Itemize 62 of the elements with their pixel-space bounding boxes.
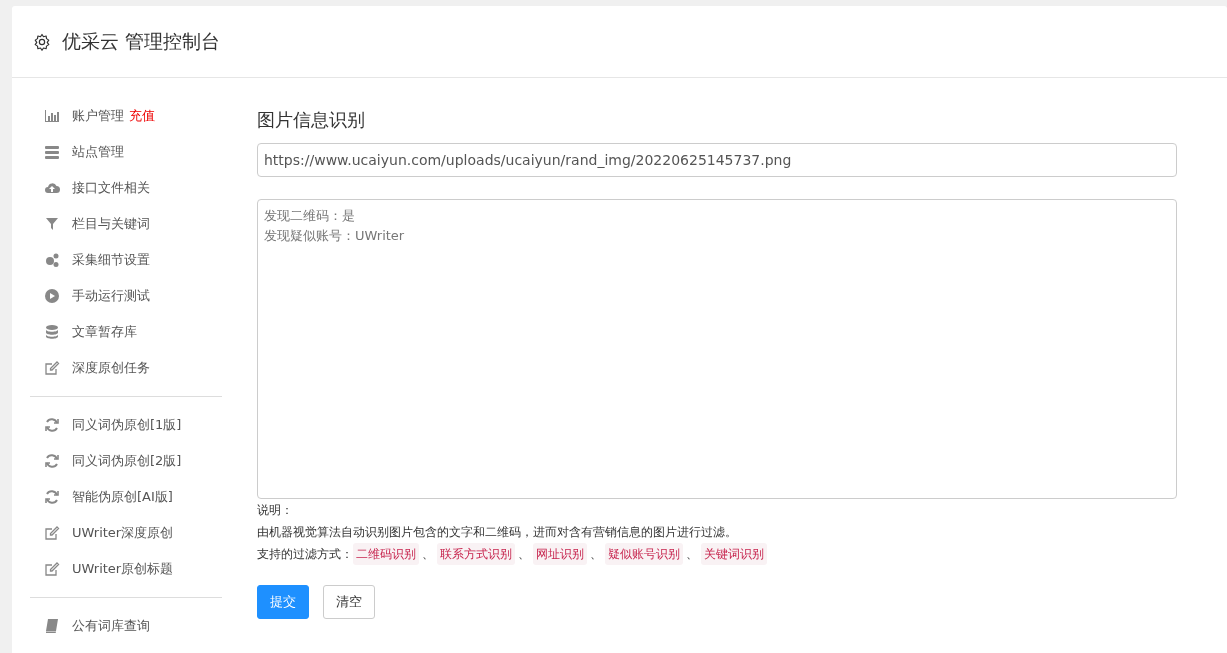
sidebar-item[interactable]: UWriter深度原创 [30,515,222,551]
separator: 、 [422,546,434,563]
edit-icon [44,360,60,376]
menu-label: 栏目与关键词 [72,215,150,233]
edit-icon [44,525,60,541]
menu-label: 智能伪原创[AI版] [72,488,173,506]
refresh-icon [44,453,60,469]
cloud-icon [44,180,60,196]
filter-icon [44,216,60,232]
menu-label: 手动运行测试 [72,287,150,305]
sidebar-item[interactable]: 手动运行测试 [30,278,222,314]
url-field[interactable]: https://www.ucaiyun.com/uploads/ucaiyun/rand_img/20220625145737.png [257,143,1177,177]
menu-label: 账户管理 [72,107,124,125]
separator: 、 [590,546,602,563]
recharge-link[interactable]: 充值 [129,107,155,125]
menu-label: 采集细节设置 [72,251,150,269]
sidebar-item[interactable]: 智能伪原创[AI版] [30,479,222,515]
database-icon [44,324,60,340]
header-title: 优采云 管理控制台 [62,28,221,54]
menu-label: UWriter原创标题 [72,560,174,578]
refresh-icon [44,417,60,433]
note-label: 说明： [257,502,294,519]
sidebar-item[interactable]: 采集细节设置 [30,242,222,278]
sidebar-item[interactable]: 站点管理 [30,134,222,170]
sidebar-item[interactable]: 栏目与关键词 [30,206,222,242]
result-line: 发现疑似账号：UWriter [264,227,406,245]
method-tag: 联系方式识别 [437,543,515,565]
sidebar-item[interactable]: 账户管理 充值 [30,98,222,134]
separator: 、 [686,546,698,563]
menu-label: 站点管理 [72,143,124,161]
sidebar-item[interactable]: 公有词库查询 [30,608,222,644]
menu-label: UWriter深度原创 [72,524,174,542]
sidebar-item[interactable]: 文章暂存库 [30,314,222,350]
method-tag: 二维码识别 [353,543,419,565]
refresh-icon [44,489,60,505]
sidebar-item[interactable]: 同义词伪原创[1版] [30,407,222,443]
menu-label: 深度原创任务 [72,359,150,377]
clear-button[interactable]: 清空 [323,585,375,619]
server-icon [44,144,60,160]
play-icon [44,288,60,304]
result-line: 发现二维码：是 [264,207,356,225]
methods-label: 支持的过滤方式： [257,546,353,563]
menu-label: 公有词库查询 [72,617,150,635]
chart-icon [44,108,60,124]
settings-icon [33,32,51,51]
menu-label: 同义词伪原创[2版] [72,452,182,470]
sidebar-item[interactable]: 深度原创任务 [30,350,222,386]
separator: 、 [518,546,530,563]
book-icon [44,618,60,634]
sidebar-item[interactable]: UWriter原创标题 [30,551,222,587]
menu-label: 同义词伪原创[1版] [72,416,182,434]
menu-label: 接口文件相关 [72,179,150,197]
sidebar-item[interactable]: 接口文件相关 [30,170,222,206]
method-tag: 疑似账号识别 [605,543,683,565]
edit-icon [44,561,60,577]
note-text: 由机器视觉算法自动识别图片包含的文字和二维码，进而对含有营销信息的图片进行过滤。 [257,524,738,541]
result-box[interactable]: 发现二维码：是 发现疑似账号：UWriter [257,199,1177,499]
menu-label: 文章暂存库 [72,323,137,341]
method-tag: 关键词识别 [701,543,767,565]
sidebar-item[interactable]: 同义词伪原创[2版] [30,443,222,479]
section-title: 图片信息识别 [257,108,366,132]
method-tag: 网址识别 [533,543,587,565]
